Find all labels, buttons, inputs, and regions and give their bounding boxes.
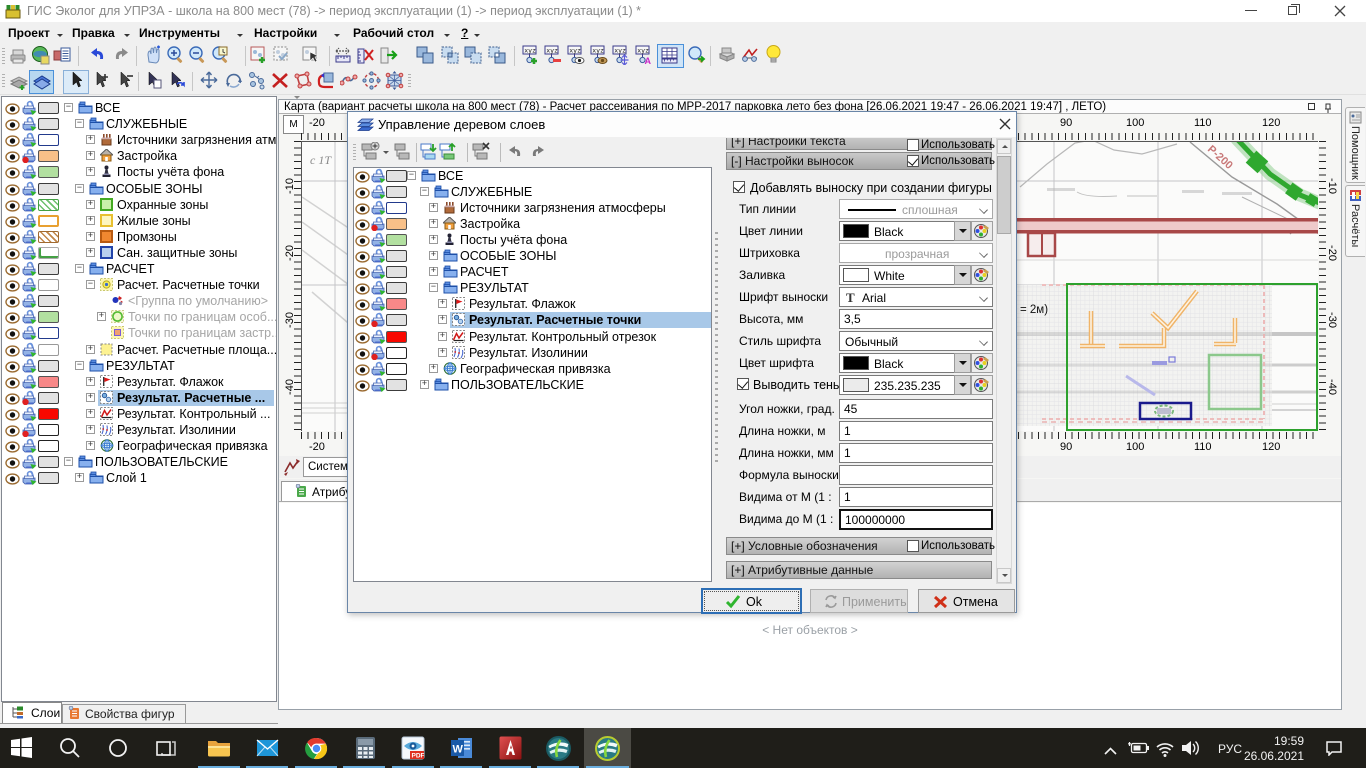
- svg-text:xyz: xyz: [637, 47, 649, 55]
- svg-text:PDF: PDF: [412, 753, 425, 760]
- svg-text:A: A: [645, 56, 652, 65]
- svg-text:xyz: xyz: [592, 47, 604, 55]
- svg-text:xyz: xyz: [569, 47, 581, 55]
- svg-text:xyz: xyz: [614, 47, 626, 55]
- svg-text:xyz: xyz: [524, 47, 536, 55]
- svg-text:с 1Т: с 1Т: [310, 153, 332, 167]
- svg-text:W: W: [453, 744, 464, 756]
- svg-text:xyz: xyz: [546, 47, 558, 55]
